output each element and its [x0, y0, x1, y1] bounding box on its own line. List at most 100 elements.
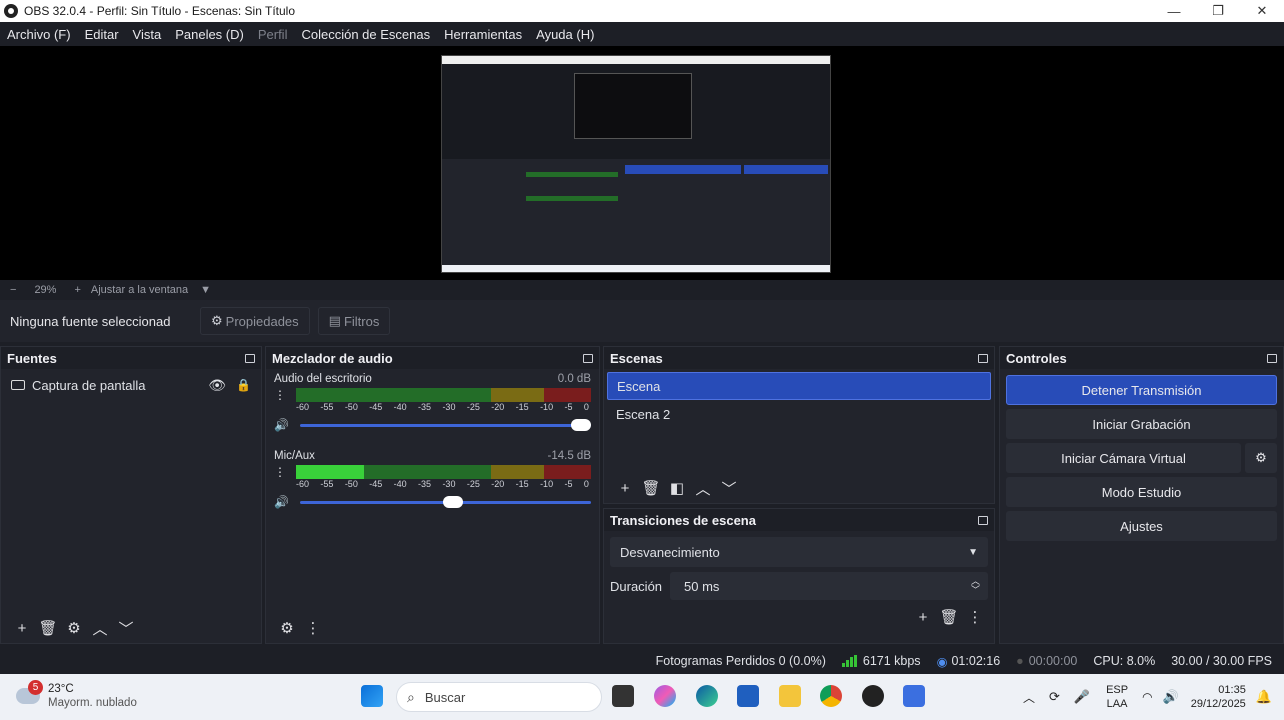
studio-mode-button[interactable]: Modo Estudio	[1006, 477, 1277, 507]
properties-button[interactable]: ⚙ Propiedades	[200, 307, 310, 335]
move-up-icon[interactable]: ︿	[690, 476, 716, 500]
menu-help[interactable]: Ayuda (H)	[536, 27, 594, 42]
menu-file[interactable]: Archivo (F)	[7, 27, 71, 42]
clock-date: 29/12/2025	[1190, 698, 1246, 710]
kebab-menu-icon[interactable]: ⋮	[274, 388, 288, 402]
trash-icon[interactable]: 🗑	[638, 476, 664, 500]
mixer-channel: Mic/Aux -14.5 dB ⋮ -60 -55 -50 -45 -40 -35 -30-…	[266, 446, 599, 511]
obs-taskbar-icon[interactable]	[862, 685, 884, 707]
app-taskbar-icon[interactable]	[903, 685, 925, 707]
broadcast-icon: ◉	[936, 654, 948, 669]
source-item[interactable]: Captura de pantalla 👁 🔒	[1, 373, 261, 397]
move-down-icon[interactable]: ﹀	[716, 476, 742, 500]
fit-dropdown-icon[interactable]: ▼	[200, 284, 211, 296]
weather-widget[interactable]: 5 23°C Mayorm. nublado	[16, 680, 137, 710]
virtual-cam-settings-button[interactable]: ⚙	[1245, 443, 1277, 473]
add-transition-icon[interactable]: +	[910, 605, 936, 629]
menu-profile[interactable]: Perfil	[258, 27, 288, 42]
channel-name: Audio del escritorio	[274, 373, 372, 385]
menu-docks[interactable]: Paneles (D)	[175, 27, 244, 42]
speaker-icon[interactable]: 🔊	[274, 495, 289, 509]
notification-bell-icon[interactable]: 🔔	[1256, 689, 1272, 705]
meter-tick-label: -20	[491, 479, 505, 489]
menu-edit[interactable]: Editar	[85, 27, 119, 42]
menu-scene-collection[interactable]: Colección de Escenas	[301, 27, 430, 42]
volume-slider-knob[interactable]	[442, 495, 463, 508]
language-top: ESP	[1106, 684, 1129, 696]
chevron-up-icon[interactable]: ︿	[1023, 689, 1035, 706]
taskbar-search[interactable]: ⌕ Buscar	[396, 682, 602, 712]
filter-icon[interactable]: ◧	[664, 476, 690, 500]
meter-tick-label: -60	[296, 479, 310, 489]
meter-tick-label: -40	[393, 402, 407, 412]
scene-item[interactable]: Escena	[607, 372, 991, 400]
gear-icon: ⚙	[1255, 450, 1267, 465]
volume-slider[interactable]	[300, 418, 591, 431]
lock-icon[interactable]: 🔒	[236, 378, 251, 392]
system-tray: ︿ ⟳ 🎤 ESP LAA ◠ 🔊 01:35 29/12/2025 🔔	[1023, 674, 1284, 720]
menu-bar: Archivo (F) Editar Vista Paneles (D) Per…	[0, 22, 1284, 46]
fit-window-label[interactable]: Ajustar a la ventana	[91, 284, 188, 296]
minimize-button[interactable]: —	[1152, 0, 1196, 22]
float-dock-icon[interactable]	[245, 353, 255, 363]
no-source-label: Ninguna fuente seleccionad	[10, 313, 171, 329]
chrome-icon[interactable]	[820, 685, 842, 707]
filters-button[interactable]: ▤ Filtros	[317, 307, 391, 335]
float-dock-icon[interactable]	[1267, 353, 1277, 363]
clock[interactable]: 01:35 29/12/2025	[1191, 683, 1246, 711]
gear-icon[interactable]: ⚙	[61, 616, 87, 640]
task-view-icon[interactable]	[612, 685, 634, 707]
trash-icon[interactable]: 🗑	[35, 616, 61, 640]
zoom-in-button[interactable]: +	[74, 284, 80, 296]
properties-label: Propiedades	[225, 313, 299, 329]
zoom-out-button[interactable]: −	[10, 284, 16, 296]
signal-bars-icon	[841, 655, 858, 667]
settings-button[interactable]: Ajustes	[1006, 511, 1277, 541]
copilot-icon[interactable]	[654, 685, 676, 707]
add-source-icon[interactable]: +	[9, 616, 35, 640]
sync-icon[interactable]: ⟳	[1049, 689, 1060, 705]
meter-tick-label: 0	[583, 402, 589, 412]
float-dock-icon[interactable]	[583, 353, 593, 363]
maximize-button[interactable]: ❐	[1196, 0, 1240, 22]
bitrate: 6171 kbps	[841, 654, 921, 668]
title-bar: OBS 32.0.4 - Perfil: Sin Título - Escena…	[0, 0, 1284, 22]
wifi-icon[interactable]: ◠	[1142, 690, 1152, 704]
speaker-icon[interactable]: 🔊	[274, 418, 289, 432]
duration-input[interactable]: 50 ms ︿ ﹀	[670, 572, 988, 600]
microphone-icon[interactable]: 🎤	[1074, 689, 1090, 705]
language-indicator[interactable]: ESP LAA	[1106, 683, 1128, 711]
stream-time-value: 01:02:16	[951, 654, 1001, 668]
trash-icon[interactable]: 🗑	[936, 605, 962, 629]
stop-stream-button[interactable]: Detener Transmisión	[1006, 375, 1277, 405]
volume-slider-knob[interactable]	[571, 418, 591, 431]
transition-select[interactable]: Desvanecimiento ▼	[610, 537, 988, 567]
kebab-menu-icon[interactable]: ⋮	[962, 605, 988, 629]
spinner-icon[interactable]: ︿ ﹀	[971, 577, 980, 595]
float-dock-icon[interactable]	[978, 515, 988, 525]
temperature: 23°C	[48, 683, 74, 695]
preview-canvas[interactable]	[0, 46, 1284, 280]
add-scene-icon[interactable]: +	[612, 476, 638, 500]
eye-icon[interactable]: 👁	[208, 377, 226, 394]
menu-tools[interactable]: Herramientas	[444, 27, 522, 42]
file-explorer-icon[interactable]	[779, 685, 801, 707]
start-virtual-cam-button[interactable]: Iniciar Cámara Virtual	[1006, 443, 1241, 473]
float-dock-icon[interactable]	[978, 353, 988, 363]
transitions-title: Transiciones de escena	[610, 512, 756, 528]
kebab-menu-icon[interactable]: ⋮	[274, 465, 288, 479]
volume-slider[interactable]	[300, 495, 591, 508]
close-button[interactable]: ✕	[1240, 0, 1284, 22]
edge-browser-icon[interactable]	[696, 685, 718, 707]
scene-item[interactable]: Escena 2	[607, 400, 991, 428]
move-up-icon[interactable]: ︿	[87, 616, 113, 640]
kebab-menu-icon[interactable]: ⋮	[300, 616, 326, 640]
windows-start-icon[interactable]	[361, 685, 383, 707]
advanced-audio-icon[interactable]: ⚙	[274, 616, 300, 640]
volume-icon[interactable]: 🔊	[1163, 689, 1179, 705]
start-recording-button[interactable]: Iniciar Grabación	[1006, 409, 1277, 439]
meter-tick-label: -30	[442, 479, 456, 489]
move-down-icon[interactable]: ﹀	[113, 616, 139, 640]
store-icon[interactable]	[737, 685, 759, 707]
menu-view[interactable]: Vista	[133, 27, 162, 42]
